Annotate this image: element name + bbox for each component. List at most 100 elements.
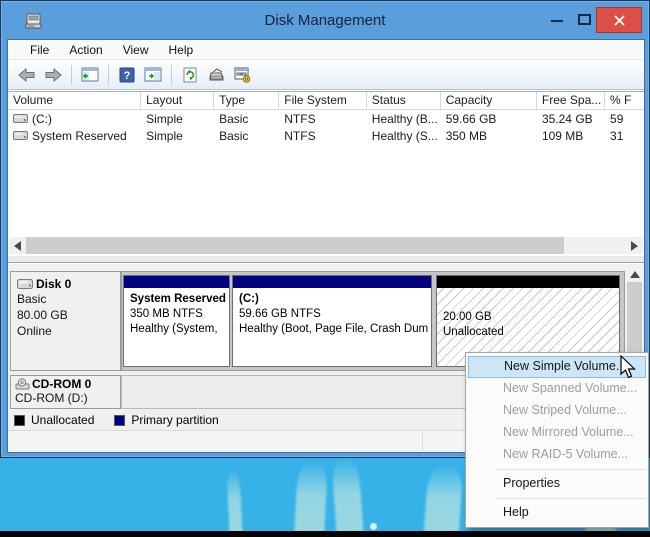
scroll-up-icon[interactable] [627,267,642,282]
status-strip-divider [422,433,423,450]
cell-status: Healthy (S... [371,128,438,143]
mouse-cursor-icon [619,354,641,386]
partition-system-reserved[interactable]: System Reserved 350 MB NTFS Healthy (Sys… [123,275,230,367]
unallocated-stripe [437,276,619,288]
cell-capacity: 350 MB [445,128,488,143]
drive-icon [13,131,28,140]
col-file-system[interactable]: File System [279,92,367,109]
wallpaper-grass-blade [294,461,328,537]
cell-percent-free: 31 [610,128,624,143]
cdrom-label-box[interactable]: CD-ROM 0 CD-ROM (D:) [10,375,121,409]
menu-help[interactable]: Help [159,40,204,59]
cell-volume: (C:) [32,111,52,126]
disk0-size: 80.00 GB [17,308,68,322]
screen-bottom-strip [0,531,650,537]
cell-free-space: 35.24 GB [541,111,593,126]
wallpaper-grass-blade [331,458,364,537]
wallpaper-grass-blade [423,465,464,537]
table-row[interactable]: (C:) Simple Basic NTFS Healthy (B... 59.… [8,110,644,127]
volume-list: Volume Layout Type File System Status Ca… [8,91,644,236]
horizontal-scrollbar-thumb[interactable] [26,237,564,254]
close-button[interactable] [596,7,642,33]
show-action-pane-icon[interactable] [142,64,164,86]
cell-percent-free: 59 [610,111,624,126]
menu-separator [496,469,645,470]
partition-c[interactable]: (C:) 59.66 GB NTFS Healthy (Boot, Page F… [232,275,432,367]
disk0-type: Basic [17,292,47,306]
menu-item-new-striped-volume: New Striped Volume... [503,403,627,417]
cell-type: Basic [219,111,249,126]
disk0-name: Disk 0 [36,277,72,291]
menu-item-new-raid5-volume: New RAID-5 Volume... [503,447,629,461]
manage-computer-icon[interactable] [231,64,253,86]
disk0-status: Online [17,324,52,338]
col-free-space[interactable]: Free Spa... [537,92,606,109]
cell-status: Healthy (B... [371,111,438,126]
cell-file-system: NTFS [284,111,316,126]
back-icon[interactable] [16,64,38,86]
cell-volume: System Reserved [32,128,127,143]
partition-name: (C:) [239,293,259,305]
cdrom-icon [15,378,30,390]
cdrom-name: CD-ROM 0 [32,377,92,391]
svg-text:?: ? [124,70,131,82]
partition-name: System Reserved [130,293,226,305]
cell-free-space: 109 MB [541,128,584,143]
primary-partition-stripe [233,276,431,288]
menu-action[interactable]: Action [59,40,112,59]
disk-icon [17,279,33,289]
legend-unallocated-label: Unallocated [31,413,95,427]
partition-status: Healthy (Boot, Page File, Crash Dum [239,323,429,335]
col-layout[interactable]: Layout [141,92,215,109]
cell-layout: Simple [146,111,183,126]
menu-item-help[interactable]: Help [466,502,648,524]
col-type[interactable]: Type [214,92,280,109]
unallocated-swatch [14,414,25,426]
drive-icon [13,114,28,123]
col-status[interactable]: Status [367,92,441,109]
partition-size: 350 MB NTFS [130,308,203,320]
cell-capacity: 59.66 GB [445,111,497,126]
primary-partition-stripe [124,276,229,288]
wallpaper-grass-blade [226,469,243,537]
legend: Unallocated Primary partition [14,412,233,428]
maximize-button[interactable] [578,14,591,25]
toolbar-separator [171,64,172,85]
refresh-icon[interactable] [179,64,201,86]
forward-icon[interactable] [42,64,64,86]
table-row[interactable]: System Reserved Simple Basic NTFS Health… [8,127,644,144]
col-volume[interactable]: Volume [8,92,142,109]
menu-separator [496,498,645,499]
unallocated-label: Unallocated [443,326,504,338]
wallpaper-highlight-dot [370,523,377,530]
show-console-tree-icon[interactable] [79,64,101,86]
menu-view[interactable]: View [113,40,159,59]
minimize-icon [551,20,563,22]
close-icon [613,14,625,26]
toolbar-separator [71,64,72,85]
legend-primary-label: Primary partition [131,413,219,427]
col-capacity[interactable]: Capacity [441,92,537,109]
primary-partition-swatch [114,414,126,426]
scroll-right-icon[interactable] [626,237,643,254]
toolbar: ? [8,60,644,90]
menu-item-properties[interactable]: Properties [466,473,648,495]
partition-size: 59.66 GB NTFS [239,308,321,320]
pane-splitter[interactable] [8,255,644,263]
scroll-left-icon[interactable] [9,237,26,254]
unallocated-size: 20.00 GB [443,311,492,323]
titlebar[interactable]: Disk Management [1,1,649,38]
horizontal-scrollbar[interactable] [9,237,643,254]
cell-file-system: NTFS [284,128,316,143]
col-percent-free[interactable]: % F [605,92,644,109]
screen: Disk Management File Action View Help ? … [0,0,650,537]
disk0-label-box[interactable]: Disk 0 Basic 80.00 GB Online [10,271,121,371]
help-icon[interactable]: ? [116,64,138,86]
menu-bar: File Action View Help [8,40,644,60]
disk-properties-icon[interactable] [205,64,227,86]
volume-list-header: Volume Layout Type File System Status Ca… [8,92,644,110]
menu-file[interactable]: File [20,40,59,59]
cell-layout: Simple [146,128,183,143]
minimize-button[interactable] [549,14,566,24]
cell-type: Basic [219,128,249,143]
